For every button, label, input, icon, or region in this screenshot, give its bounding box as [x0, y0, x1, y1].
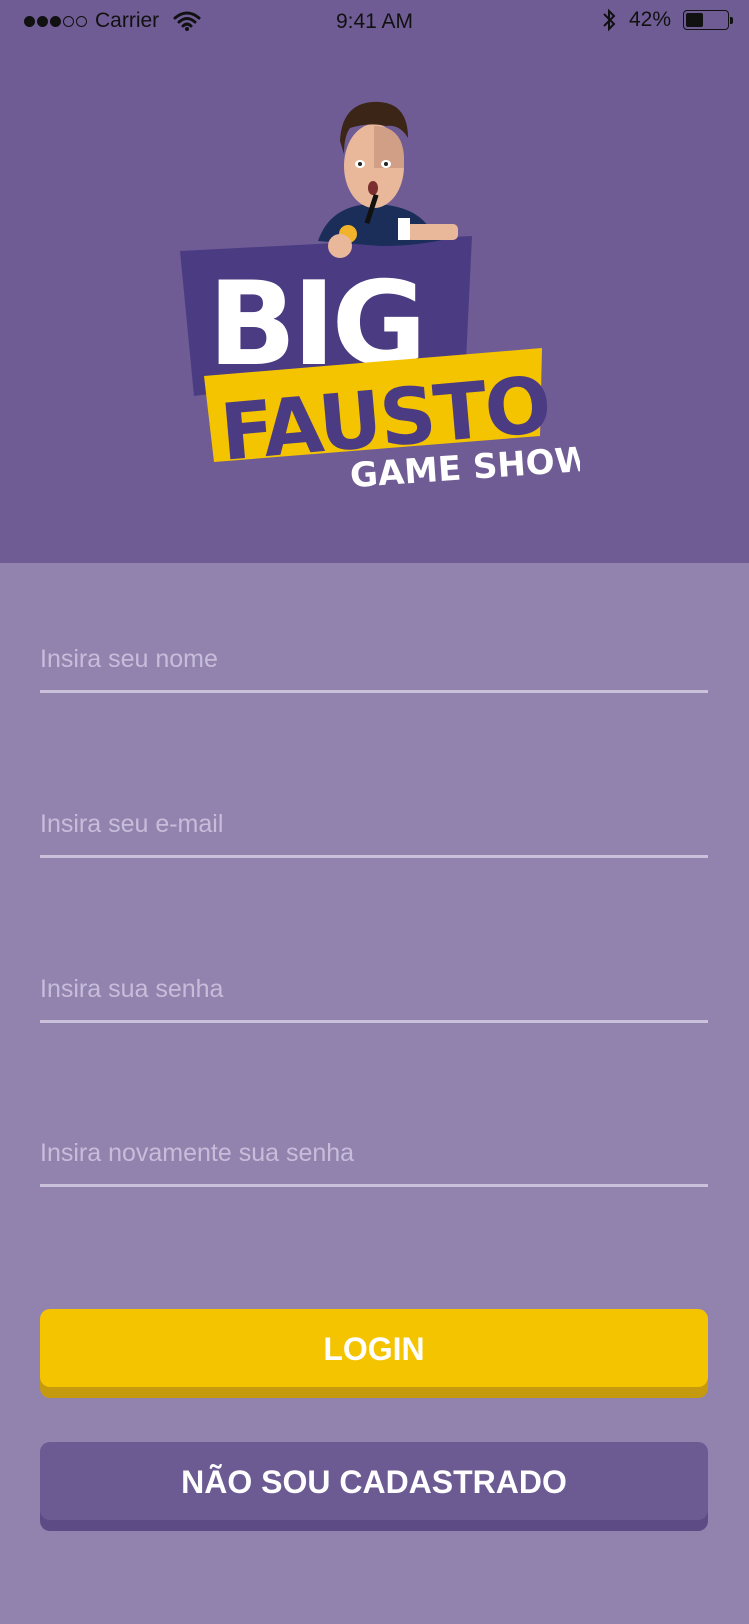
- status-bar: Carrier 9:41 AM 42%: [0, 0, 749, 44]
- name-input[interactable]: [40, 645, 708, 674]
- password-field: [40, 951, 708, 1023]
- email-input[interactable]: [40, 810, 708, 839]
- battery-level: [686, 13, 703, 27]
- password-confirm-field: [40, 1115, 708, 1187]
- logo-graphic: BIG FAUSTO GAME SHOW: [180, 101, 593, 496]
- host-character-icon: [318, 101, 458, 258]
- status-right: 42%: [601, 8, 733, 32]
- bluetooth-icon: [603, 8, 616, 32]
- name-field: [40, 621, 708, 693]
- email-field: [40, 786, 708, 858]
- battery-percent: 42%: [628, 8, 671, 31]
- header-banner: BIG FAUSTO GAME SHOW: [0, 0, 749, 563]
- battery-icon: [683, 10, 733, 30]
- big-fausto-logo: BIG FAUSTO GAME SHOW: [180, 96, 593, 506]
- password-confirm-input[interactable]: [40, 1139, 708, 1168]
- login-button[interactable]: LOGIN: [40, 1309, 708, 1387]
- register-button[interactable]: NÃO SOU CADASTRADO: [40, 1442, 708, 1520]
- password-input[interactable]: [40, 975, 708, 1004]
